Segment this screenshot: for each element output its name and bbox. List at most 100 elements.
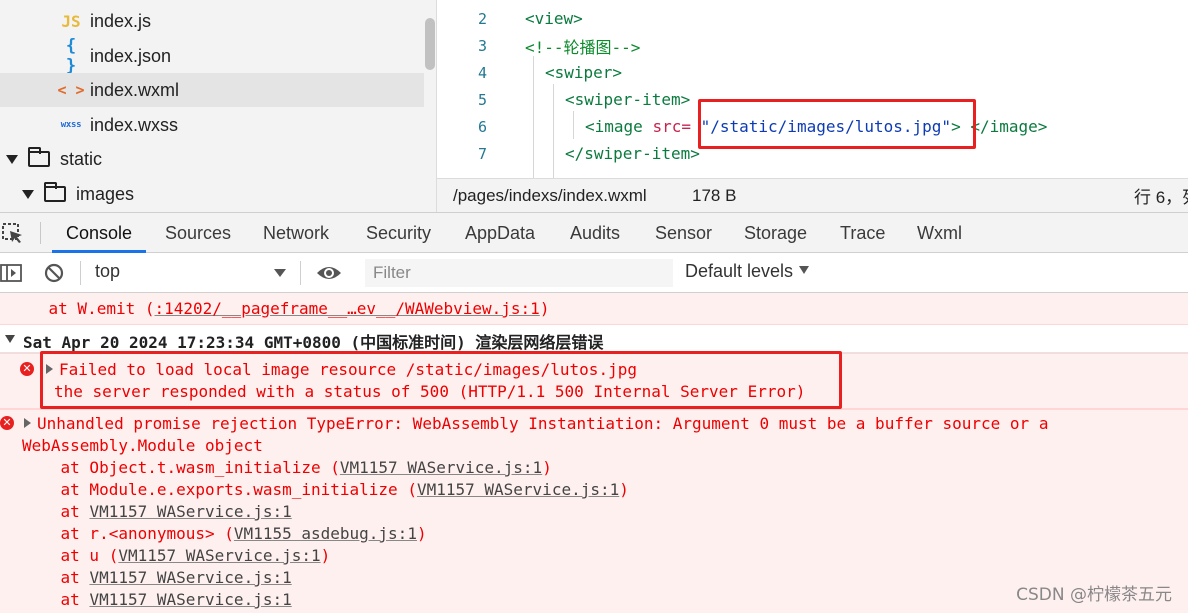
ide-top-area: JS index.js { } index.json < > index.wxm… xyxy=(0,0,1188,212)
console-group-title: Sat Apr 20 2024 17:23:34 GMT+0800 (中国标准时… xyxy=(23,333,604,352)
stack-frame: at r.<anonymous> (VM1155 asdebug.js:1) xyxy=(22,524,427,543)
log-levels-select[interactable]: Default levels xyxy=(685,261,810,282)
chevron-down-icon[interactable] xyxy=(22,189,34,199)
source-link[interactable]: VM1157 WAService.js:1 xyxy=(89,590,291,609)
console-message-error[interactable]: ✕ Unhandled promise rejection TypeError:… xyxy=(0,409,1188,613)
line-number: 4 xyxy=(477,63,487,82)
file-tree-item-label: static xyxy=(60,148,103,169)
code-line: 2 <view> xyxy=(437,5,1188,32)
file-tree-item-index-json[interactable]: { } index.json xyxy=(0,36,424,76)
source-link[interactable]: :14202/__pageframe__…ev__/WAWebview.js:1 xyxy=(155,299,540,318)
chevron-down-icon[interactable] xyxy=(6,154,18,164)
eye-icon[interactable] xyxy=(315,262,343,284)
log-levels-label: Default levels xyxy=(685,261,794,281)
stack-frame: at VM1157 WAService.js:1 xyxy=(22,568,292,587)
stack-frame: at W.emit (:14202/__pageframe__…ev__/WAW… xyxy=(10,299,550,318)
tab-sources[interactable]: Sources xyxy=(165,213,231,253)
source-link[interactable]: VM1155 asdebug.js:1 xyxy=(234,524,417,543)
stack-frame: at VM1157 WAService.js:1 xyxy=(22,502,292,521)
tab-security[interactable]: Security xyxy=(366,213,431,253)
file-tree-folder-static[interactable]: static xyxy=(0,142,424,176)
folder-icon xyxy=(44,182,66,202)
watermark: CSDN @柠檬茶五元 xyxy=(1016,585,1172,605)
source-link[interactable]: VM1157 WAService.js:1 xyxy=(89,502,291,521)
console-output[interactable]: at W.emit (:14202/__pageframe__…ev__/WAW… xyxy=(0,293,1188,613)
line-number: 5 xyxy=(477,90,487,109)
console-message-error: at W.emit (:14202/__pageframe__…ev__/WAW… xyxy=(0,293,1188,325)
chevron-down-icon[interactable] xyxy=(5,335,15,343)
js-file-icon: JS xyxy=(61,11,81,31)
code-text: <swiper> xyxy=(545,63,623,82)
line-number: 6 xyxy=(477,117,487,136)
json-file-icon: { } xyxy=(65,36,77,76)
clear-console-icon[interactable] xyxy=(43,262,65,284)
file-tree-item-label: index.js xyxy=(90,10,152,31)
wxml-file-icon: < > xyxy=(57,81,85,99)
stack-frame: at VM1157 WAService.js:1 xyxy=(22,590,292,609)
error-message: Unhandled promise rejection TypeError: W… xyxy=(24,413,1048,435)
error-highlight-box xyxy=(40,351,842,409)
tab-separator xyxy=(40,222,41,244)
line-number: 7 xyxy=(477,144,487,163)
tab-network[interactable]: Network xyxy=(263,213,329,253)
inspect-element-icon[interactable] xyxy=(0,221,26,245)
sidebar-toggle-icon[interactable] xyxy=(0,262,22,284)
status-file-path: /pages/indexs/index.wxml xyxy=(453,185,647,205)
toolbar-separator xyxy=(300,261,301,285)
code-line: 3 <!--轮播图--> xyxy=(437,32,1188,59)
line-number: 3 xyxy=(477,36,487,55)
error-message: WebAssembly.Module object xyxy=(22,436,263,455)
toolbar-separator xyxy=(80,261,81,285)
stack-frame: at u (VM1157 WAService.js:1) xyxy=(22,546,331,565)
status-file-size: 178 B xyxy=(692,185,737,205)
file-tree-item-label: images xyxy=(76,183,135,204)
context-select-value: top xyxy=(95,261,121,281)
code-text: </swiper-item> xyxy=(565,144,700,163)
file-tree-item-index-wxml[interactable]: < > index.wxml xyxy=(0,73,424,107)
file-tree-folder-images[interactable]: images xyxy=(0,177,424,211)
status-cursor-position[interactable]: 行 6，列 xyxy=(1134,183,1188,208)
source-link[interactable]: VM1157 WAService.js:1 xyxy=(417,480,619,499)
tab-trace[interactable]: Trace xyxy=(840,213,885,253)
filter-input[interactable] xyxy=(365,259,673,287)
chevron-down-icon xyxy=(799,266,810,274)
wxss-file-icon: wxss xyxy=(60,120,82,130)
tab-storage[interactable]: Storage xyxy=(744,213,807,253)
devtools-tabbar: Console Sources Network Security AppData… xyxy=(0,212,1188,253)
tab-sensor[interactable]: Sensor xyxy=(655,213,712,253)
file-tree-item-index-wxss[interactable]: wxss index.wxss xyxy=(0,108,424,142)
code-line: 4 <swiper> xyxy=(437,59,1188,86)
editor-statusbar: /pages/indexs/index.wxml 178 B 行 6，列 xyxy=(437,178,1188,212)
tab-wxml[interactable]: Wxml xyxy=(917,213,962,253)
file-tree-item-label: index.wxml xyxy=(90,79,180,100)
chevron-down-icon xyxy=(274,269,286,277)
code-editor[interactable]: 2 <view> 3 <!--轮播图--> 4 <swiper> 5 <swip… xyxy=(437,0,1188,178)
code-text: <swiper-item> xyxy=(565,90,691,109)
expand-arrow-icon[interactable] xyxy=(24,418,31,428)
file-tree-item-index-js[interactable]: JS index.js xyxy=(0,4,424,38)
code-text: <view> xyxy=(525,9,583,28)
code-highlight-box xyxy=(698,99,976,149)
source-link[interactable]: VM1157 WAService.js:1 xyxy=(340,458,542,477)
code-attr: src= xyxy=(652,117,691,136)
code-tag: <image xyxy=(585,117,653,136)
context-select[interactable]: top xyxy=(95,261,290,285)
file-tree-scrollbar[interactable] xyxy=(425,18,435,70)
file-tree: JS index.js { } index.json < > index.wxm… xyxy=(0,0,437,212)
source-link[interactable]: VM1157 WAService.js:1 xyxy=(118,546,320,565)
stack-frame: at Object.t.wasm_initialize (VM1157 WASe… xyxy=(22,458,552,477)
folder-icon xyxy=(28,147,50,167)
code-text: <!--轮播图--> xyxy=(525,37,641,57)
tab-appdata[interactable]: AppData xyxy=(465,213,535,253)
console-group-header[interactable]: Sat Apr 20 2024 17:23:34 GMT+0800 (中国标准时… xyxy=(0,325,1188,353)
file-tree-item-label: index.wxss xyxy=(90,114,179,135)
console-toolbar: top Default levels xyxy=(0,253,1188,293)
file-tree-item-label: index.json xyxy=(90,45,172,66)
line-number: 2 xyxy=(477,9,487,28)
stack-frame: at Module.e.exports.wasm_initialize (VM1… xyxy=(22,480,629,499)
tab-audits[interactable]: Audits xyxy=(570,213,620,253)
source-link[interactable]: VM1157 WAService.js:1 xyxy=(89,568,291,587)
error-icon: ✕ xyxy=(0,416,14,430)
error-icon: ✕ xyxy=(20,362,34,376)
tab-console[interactable]: Console xyxy=(52,213,147,253)
